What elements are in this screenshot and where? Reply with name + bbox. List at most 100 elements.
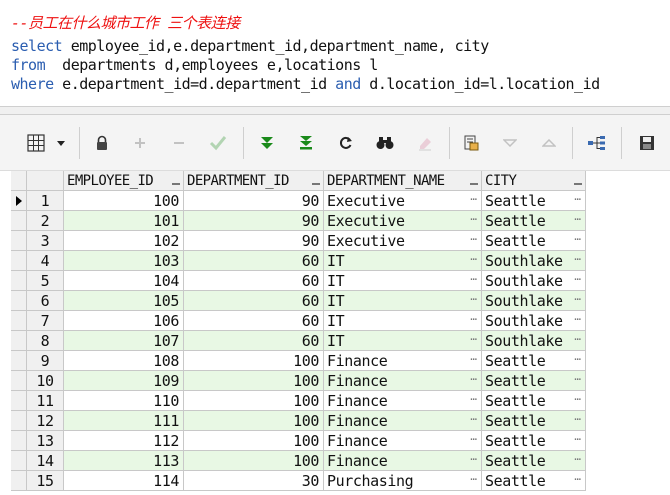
cell-employee-id[interactable]: 112 [64, 431, 184, 451]
cell-department-name[interactable]: Executive… [324, 231, 482, 251]
cell-employee-id[interactable]: 101 [64, 211, 184, 231]
row-number-cell[interactable]: 9 [27, 351, 64, 371]
cell-editor-button[interactable]: … [574, 231, 581, 247]
cell-employee-id[interactable]: 105 [64, 291, 184, 311]
export-icon[interactable] [460, 132, 482, 154]
fetch-next-icon[interactable] [256, 132, 278, 154]
cell-editor-button[interactable]: … [574, 431, 581, 447]
column-header-city[interactable]: CITY [482, 171, 586, 191]
column-header-employee-id[interactable]: EMPLOYEE_ID [64, 171, 184, 191]
cell-employee-id[interactable]: 110 [64, 391, 184, 411]
cell-employee-id[interactable]: 103 [64, 251, 184, 271]
cell-editor-button[interactable]: … [470, 231, 477, 247]
cell-department-id[interactable]: 90 [184, 231, 324, 251]
cell-employee-id[interactable]: 114 [64, 471, 184, 491]
cell-department-id[interactable]: 60 [184, 251, 324, 271]
cell-editor-button[interactable]: … [574, 291, 581, 307]
table-row[interactable]: 12 111 100 Finance… Seattle… [11, 411, 586, 431]
cell-editor-button[interactable]: … [470, 451, 477, 467]
cell-department-name[interactable]: Executive… [324, 191, 482, 211]
cell-editor-button[interactable]: … [470, 431, 477, 447]
cell-editor-button[interactable]: … [574, 391, 581, 407]
cell-department-id[interactable]: 60 [184, 311, 324, 331]
cell-editor-button[interactable]: … [470, 251, 477, 267]
cell-editor-button[interactable]: … [470, 411, 477, 427]
cell-editor-button[interactable]: … [574, 451, 581, 467]
cell-employee-id[interactable]: 109 [64, 371, 184, 391]
refresh-icon[interactable] [335, 132, 357, 154]
cell-department-name[interactable]: Finance… [324, 351, 482, 371]
row-number-cell[interactable]: 15 [27, 471, 64, 491]
cell-editor-button[interactable]: … [470, 351, 477, 367]
table-row[interactable]: 5 104 60 IT… Southlake… [11, 271, 586, 291]
cell-department-id[interactable]: 90 [184, 191, 324, 211]
column-header-department-id[interactable]: DEPARTMENT_ID [184, 171, 324, 191]
sort-indicator-icon[interactable] [574, 183, 582, 185]
cell-employee-id[interactable]: 100 [64, 191, 184, 211]
cell-department-name[interactable]: IT… [324, 331, 482, 351]
row-number-cell[interactable]: 8 [27, 331, 64, 351]
table-row[interactable]: 8 107 60 IT… Southlake… [11, 331, 586, 351]
cell-city[interactable]: Seattle… [482, 351, 586, 371]
cell-department-name[interactable]: Finance… [324, 411, 482, 431]
row-number-cell[interactable]: 4 [27, 251, 64, 271]
cell-editor-button[interactable]: … [574, 191, 581, 207]
cell-editor-button[interactable]: … [574, 311, 581, 327]
cell-employee-id[interactable]: 108 [64, 351, 184, 371]
row-number-cell[interactable]: 12 [27, 411, 64, 431]
post-changes-icon[interactable] [207, 132, 229, 154]
table-row[interactable]: 13 112 100 Finance… Seattle… [11, 431, 586, 451]
table-row[interactable]: 4 103 60 IT… Southlake… [11, 251, 586, 271]
cell-city[interactable]: Seattle… [482, 451, 586, 471]
query-plan-icon[interactable] [586, 132, 608, 154]
cell-editor-button[interactable]: … [574, 211, 581, 227]
table-row[interactable]: 6 105 60 IT… Southlake… [11, 291, 586, 311]
cell-department-id[interactable]: 60 [184, 291, 324, 311]
cell-department-id[interactable]: 100 [184, 411, 324, 431]
grid-layout-icon[interactable] [25, 132, 47, 154]
cell-editor-button[interactable]: … [574, 351, 581, 367]
cell-employee-id[interactable]: 111 [64, 411, 184, 431]
cell-department-id[interactable]: 100 [184, 371, 324, 391]
find-icon[interactable] [374, 132, 396, 154]
cell-department-id[interactable]: 100 [184, 351, 324, 371]
cell-city[interactable]: Southlake… [482, 331, 586, 351]
filter-up-icon[interactable] [538, 132, 560, 154]
table-row[interactable]: 10 109 100 Finance… Seattle… [11, 371, 586, 391]
table-row[interactable]: 14 113 100 Finance… Seattle… [11, 451, 586, 471]
table-row[interactable]: 9 108 100 Finance… Seattle… [11, 351, 586, 371]
cell-department-name[interactable]: Executive… [324, 211, 482, 231]
cell-city[interactable]: Southlake… [482, 311, 586, 331]
row-number-cell[interactable]: 2 [27, 211, 64, 231]
cell-city[interactable]: Seattle… [482, 211, 586, 231]
row-number-cell[interactable]: 1 [27, 191, 64, 211]
cell-employee-id[interactable]: 106 [64, 311, 184, 331]
row-number-cell[interactable]: 5 [27, 271, 64, 291]
cell-department-id[interactable]: 60 [184, 271, 324, 291]
row-number-cell[interactable]: 14 [27, 451, 64, 471]
cell-department-id[interactable]: 100 [184, 391, 324, 411]
table-row[interactable]: 11 110 100 Finance… Seattle… [11, 391, 586, 411]
cell-department-id[interactable]: 100 [184, 451, 324, 471]
cell-editor-button[interactable]: … [470, 391, 477, 407]
cell-editor-button[interactable]: … [470, 471, 477, 487]
lock-icon[interactable] [91, 132, 113, 154]
cell-department-id[interactable]: 100 [184, 431, 324, 451]
fetch-last-icon[interactable] [295, 132, 317, 154]
cell-department-id[interactable]: 90 [184, 211, 324, 231]
cell-editor-button[interactable]: … [470, 271, 477, 287]
cell-department-name[interactable]: Purchasing… [324, 471, 482, 491]
cell-employee-id[interactable]: 104 [64, 271, 184, 291]
table-row[interactable]: 3 102 90 Executive… Seattle… [11, 231, 586, 251]
row-number-cell[interactable]: 11 [27, 391, 64, 411]
table-row[interactable]: 2 101 90 Executive… Seattle… [11, 211, 586, 231]
cell-employee-id[interactable]: 102 [64, 231, 184, 251]
cell-department-name[interactable]: Finance… [324, 451, 482, 471]
sql-editor[interactable]: --员工在什么城市工作 三个表连接 select employee_id,e.d… [0, 0, 670, 106]
cell-employee-id[interactable]: 107 [64, 331, 184, 351]
add-record-icon[interactable] [129, 132, 151, 154]
table-row[interactable]: 15 114 30 Purchasing… Seattle… [11, 471, 586, 491]
filter-down-icon[interactable] [499, 132, 521, 154]
cell-department-name[interactable]: IT… [324, 271, 482, 291]
sort-indicator-icon[interactable] [470, 183, 478, 185]
